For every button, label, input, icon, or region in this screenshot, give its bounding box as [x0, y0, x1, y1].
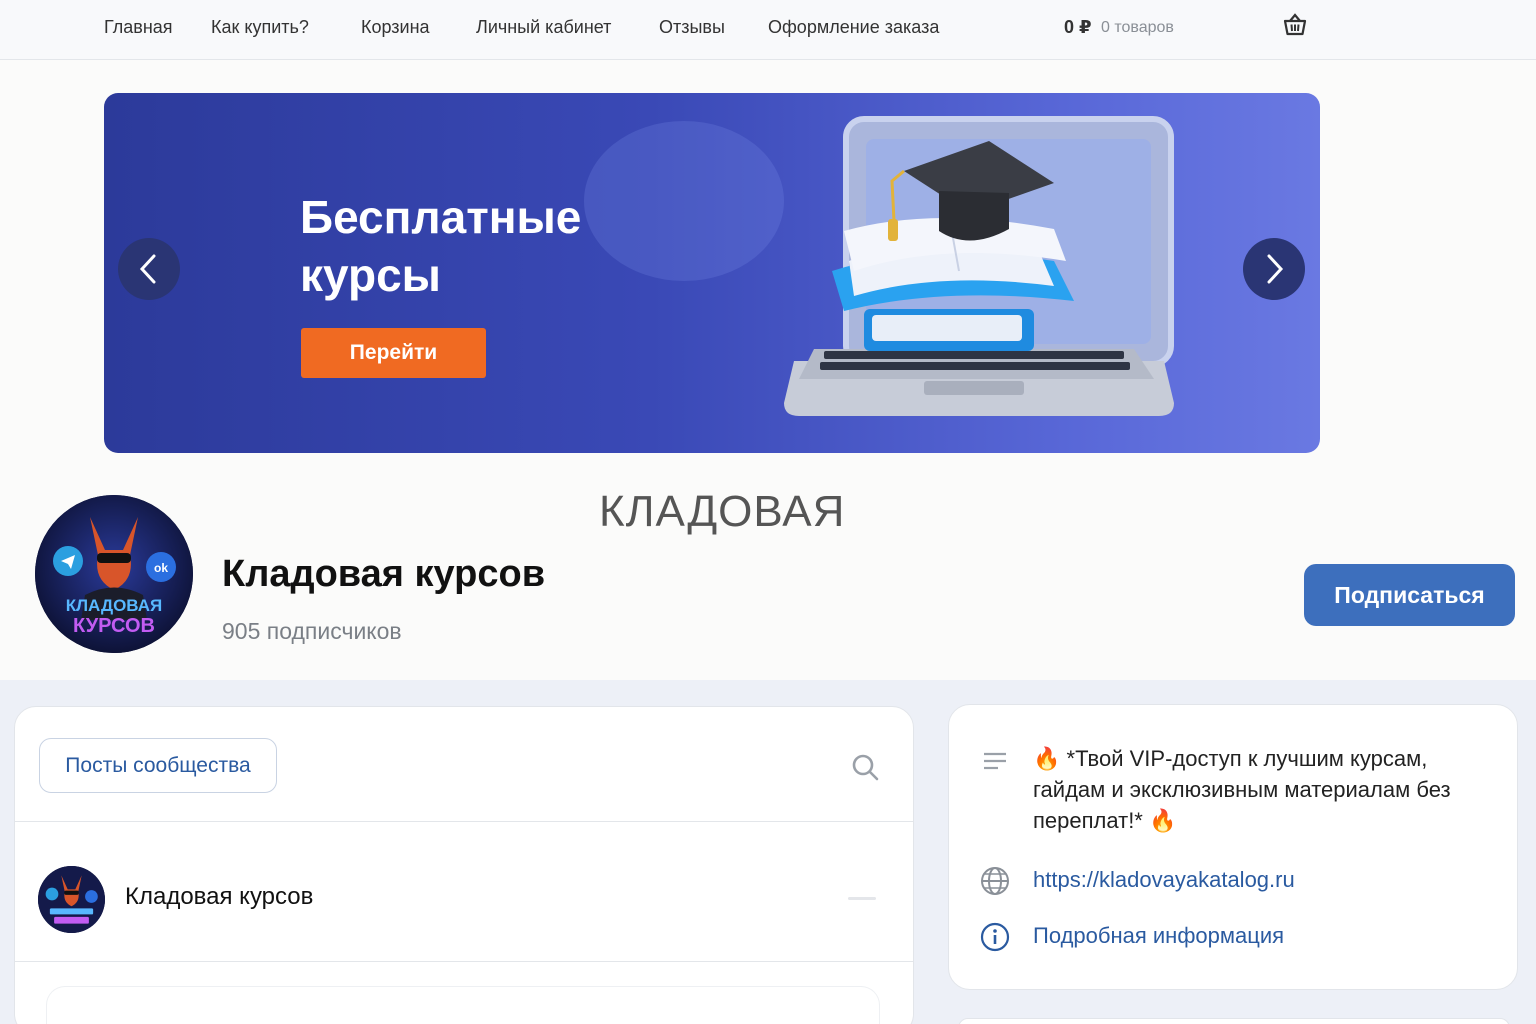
nav-home[interactable]: Главная: [104, 17, 173, 38]
nav-reviews[interactable]: Отзывы: [659, 17, 725, 38]
nav-account[interactable]: Личный кабинет: [476, 17, 611, 38]
group-avatar[interactable]: ok КЛАДОВАЯ КУРСОВ: [35, 495, 193, 653]
website-link[interactable]: https://kladovayakatalog.ru: [1033, 867, 1295, 893]
post-avatar[interactable]: [38, 866, 105, 933]
more-info-link[interactable]: Подробная информация: [1033, 923, 1284, 949]
nav-checkout[interactable]: Оформление заказа: [768, 17, 939, 38]
avatar-text-bottom: КУРСОВ: [73, 615, 155, 637]
info-icon: [980, 922, 1010, 952]
banner-title: Бесплатные курсы: [300, 191, 582, 301]
fox-logo-small: [38, 866, 105, 933]
tab-community-posts[interactable]: Посты сообщества: [39, 738, 277, 793]
posts-card: Посты сообщества Кладовая курсов: [14, 706, 914, 1024]
post-card: [47, 987, 879, 1024]
nav-cart[interactable]: Корзина: [361, 17, 430, 38]
lines-icon: [984, 752, 1006, 770]
search-icon[interactable]: [850, 752, 880, 782]
banner-go-button[interactable]: Перейти: [301, 328, 486, 378]
basket-icon[interactable]: [1282, 12, 1308, 38]
nav-how-to-buy[interactable]: Как купить?: [211, 17, 309, 38]
cover-title: КЛАДОВАЯ: [599, 487, 846, 536]
divider: [15, 821, 913, 822]
subscriber-count[interactable]: 905 подписчиков: [222, 618, 402, 645]
laptop-books-illustration: [784, 116, 1174, 416]
info-card-2: [958, 1018, 1510, 1024]
cart-price[interactable]: 0 ₽: [1064, 17, 1092, 38]
post-author-name[interactable]: Кладовая курсов: [125, 883, 313, 911]
avatar-text-top: КЛАДОВАЯ: [66, 596, 162, 615]
subscribe-button[interactable]: Подписаться: [1304, 564, 1515, 626]
divider: [15, 961, 913, 962]
fox-logo: ok КЛАДОВАЯ КУРСОВ: [35, 495, 193, 653]
cart-count[interactable]: 0 товаров: [1101, 19, 1174, 37]
banner-prev-button[interactable]: [118, 238, 180, 300]
info-card: 🔥 *Твой VIP-доступ к лучшим курсам, гайд…: [948, 704, 1518, 990]
banner-next-button[interactable]: [1243, 238, 1305, 300]
top-navigation: Главная Как купить? Корзина Личный кабин…: [0, 0, 1536, 60]
chevron-right-icon: [1267, 254, 1284, 284]
promo-banner: Бесплатные курсы Перейти: [104, 93, 1320, 453]
chevron-left-icon: [139, 254, 156, 284]
group-name: Кладовая курсов: [222, 553, 546, 595]
group-description: 🔥 *Твой VIP-доступ к лучшим курсам, гайд…: [1033, 746, 1451, 833]
globe-icon: [981, 867, 1009, 895]
svg-text:ok: ok: [154, 561, 168, 575]
post-menu-placeholder: [848, 897, 876, 900]
